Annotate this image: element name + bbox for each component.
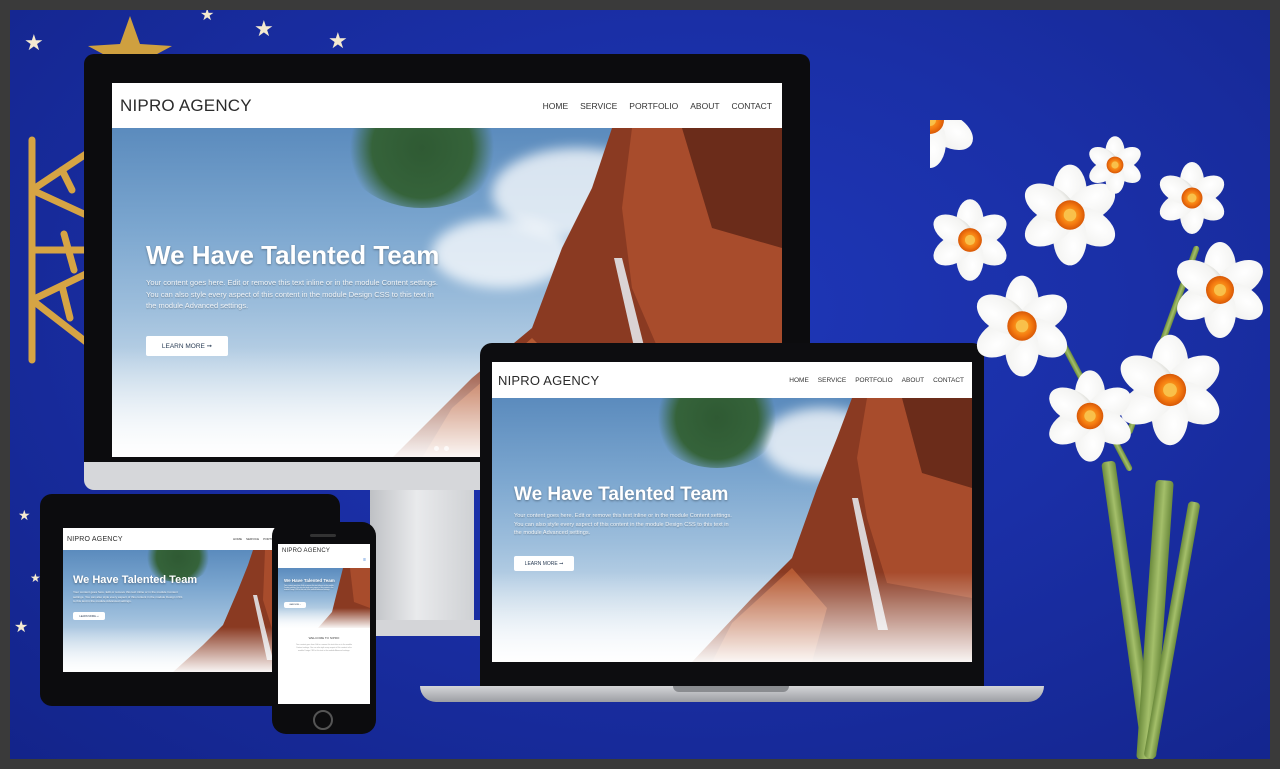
hero-body-text: Your content goes here. Edit or remove t… (284, 586, 334, 592)
flower-blossom (930, 120, 973, 168)
nav-item-portfolio[interactable]: PORTFOLIO (855, 377, 892, 384)
flower-icon (930, 120, 1270, 462)
promo-banner: ★ ★ ★ ★ ★ ★ ★ NIPRO AGENCY HOME SERVICE (10, 10, 1270, 759)
laptop-screen: NIPRO AGENCY HOME SERVICE PORTFOLIO ABOU… (492, 362, 972, 662)
learn-more-button[interactable]: LEARN MORE ➞ (514, 556, 574, 571)
nav-item-contact[interactable]: CONTACT (732, 101, 772, 111)
nav-item-portfolio[interactable]: PORTFOLIO (629, 101, 678, 111)
hero-section: We Have Talented Team Your content goes … (492, 398, 972, 662)
welcome-section: WELCOME TO NIPRO Your content goes here.… (278, 628, 370, 704)
hero-title: We Have Talented Team (514, 484, 729, 505)
star-icon: ★ (254, 16, 274, 41)
nav-item-home[interactable]: HOME (789, 377, 809, 384)
star-icon: ★ (14, 619, 29, 636)
nav-item-about[interactable]: ABOUT (690, 101, 719, 111)
nav-item-home[interactable]: HOME (233, 537, 242, 541)
site-logo[interactable]: NIPRO AGENCY (282, 548, 330, 554)
nav-item-about[interactable]: ABOUT (902, 377, 924, 384)
star-icon: ★ (18, 507, 31, 523)
hero-body-text: Your content goes here. Edit or remove t… (514, 513, 732, 537)
nav-item-service[interactable]: SERVICE (246, 537, 259, 541)
welcome-body-text: Your content goes here. Edit or remove t… (296, 644, 352, 652)
laptop-notch (673, 686, 789, 692)
site-logo[interactable]: NIPRO AGENCY (498, 373, 599, 388)
hero-title: We Have Talented Team (146, 240, 440, 270)
hero-title: We Have Talented Team (284, 578, 335, 583)
welcome-heading: WELCOME TO NIPRO (308, 636, 340, 640)
site-header: NIPRO AGENCY HOME SERVICE PORTFOLIO ABOU… (112, 83, 782, 128)
site-logo[interactable]: NIPRO AGENCY (120, 96, 252, 116)
nav-item-service[interactable]: SERVICE (818, 377, 846, 384)
site-logo[interactable]: NIPRO AGENCY (67, 536, 123, 543)
hero-section: We Have Talented Team Your content goes … (278, 568, 370, 628)
phone-screen: NIPRO AGENCY ≡ We Have Talented Team You… (278, 544, 370, 704)
phone-home-button[interactable] (313, 710, 333, 730)
star-icon: ★ (24, 30, 44, 55)
nav-item-home[interactable]: HOME (543, 101, 569, 111)
hero-body-text: Your content goes here. Edit or remove t… (73, 590, 183, 604)
learn-more-button[interactable]: LEARN MORE ➞ (146, 336, 228, 356)
star-icon: ★ (200, 10, 215, 24)
learn-more-button[interactable]: LEARN MORE ➞ (284, 602, 306, 608)
phone-speaker (310, 534, 336, 537)
site-header: NIPRO AGENCY HOME SERVICE PORTFOLIO ABOU… (492, 362, 972, 398)
site-header: NIPRO AGENCY ≡ (278, 544, 370, 568)
monitor-stand (370, 490, 474, 622)
slider-dot[interactable] (444, 446, 449, 451)
learn-more-button[interactable]: LEARN MORE ➞ (73, 612, 105, 620)
main-nav: HOME SERVICE PORTFOLIO ABOUT CONTACT (543, 101, 772, 111)
hero-title: We Have Talented Team (73, 574, 198, 586)
star-icon: ★ (328, 28, 348, 53)
nav-item-service[interactable]: SERVICE (580, 101, 617, 111)
hero-body-text: Your content goes here. Edit or remove t… (146, 278, 438, 311)
menu-icon[interactable]: ≡ (363, 557, 366, 563)
slider-dot[interactable] (434, 446, 439, 451)
slider-dots (434, 446, 449, 451)
